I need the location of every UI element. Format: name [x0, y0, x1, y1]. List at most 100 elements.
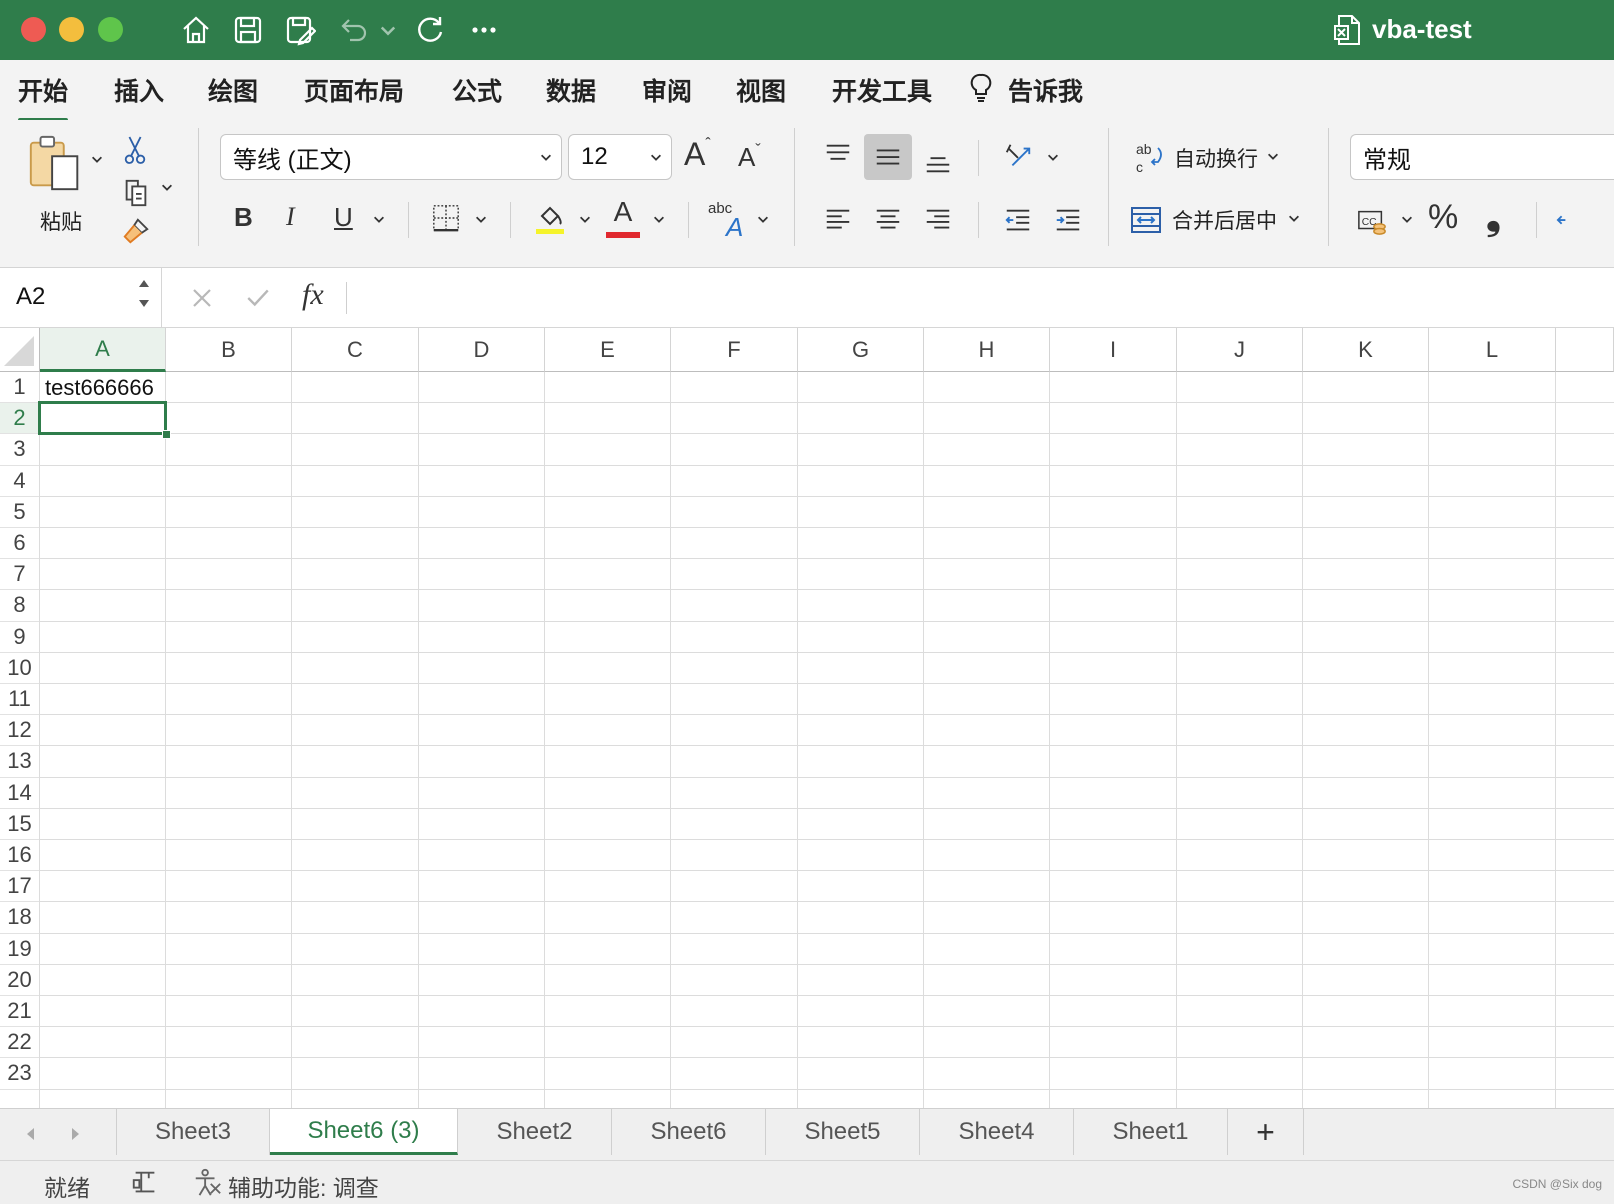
cell-a1[interactable]: test666666	[45, 375, 154, 401]
formula-input[interactable]	[360, 276, 1600, 320]
row-header-22[interactable]: 22	[0, 1027, 40, 1059]
minimize-window-button[interactable]	[59, 17, 84, 42]
column-header-h[interactable]: H	[924, 328, 1050, 372]
increase-indent-icon[interactable]	[1048, 200, 1088, 240]
tab-data[interactable]: 数据	[546, 72, 596, 108]
row-header-14[interactable]: 14	[0, 777, 40, 809]
italic-button[interactable]: I	[286, 202, 295, 232]
column-header-d[interactable]: D	[419, 328, 545, 372]
row-header-4[interactable]: 4	[0, 465, 40, 497]
sheet-tab-sheet3[interactable]: Sheet3	[116, 1109, 270, 1155]
cancel-entry-icon[interactable]	[186, 282, 218, 314]
tab-tell-me[interactable]: 告诉我	[1008, 72, 1083, 108]
row-header-11[interactable]: 11	[0, 684, 40, 716]
align-center-icon[interactable]	[868, 200, 908, 240]
undo-icon[interactable]	[336, 12, 372, 48]
insert-function-button[interactable]: fx	[302, 278, 324, 312]
save-as-icon[interactable]	[282, 12, 318, 48]
row-header-3[interactable]: 3	[0, 434, 40, 466]
column-header-j[interactable]: J	[1177, 328, 1303, 372]
column-header-i[interactable]: I	[1050, 328, 1177, 372]
row-header-19[interactable]: 19	[0, 933, 40, 965]
percent-style-button[interactable]: %	[1428, 198, 1458, 237]
underline-button[interactable]: U	[334, 202, 353, 233]
column-header-overflow[interactable]	[1556, 328, 1614, 372]
row-header-10[interactable]: 10	[0, 652, 40, 684]
shrink-font-button[interactable]: Aˇ	[738, 142, 761, 173]
row-header-15[interactable]: 15	[0, 808, 40, 840]
row-header-20[interactable]: 20	[0, 964, 40, 996]
row-header-9[interactable]: 9	[0, 621, 40, 653]
accessibility-status[interactable]: 辅助功能: 调查	[228, 1169, 379, 1203]
row-header-2[interactable]: 2	[0, 403, 40, 435]
font-color-dropdown-chevron-icon[interactable]	[652, 212, 666, 229]
prev-sheet-icon[interactable]	[18, 1121, 44, 1147]
align-left-icon[interactable]	[818, 200, 858, 240]
copy-icon[interactable]	[118, 174, 154, 210]
comma-style-button[interactable]: ❟	[1486, 196, 1501, 239]
row-header-7[interactable]: 7	[0, 559, 40, 591]
column-header-a[interactable]: A	[40, 328, 166, 372]
tab-formulas[interactable]: 公式	[452, 72, 502, 108]
macro-record-icon[interactable]	[130, 1167, 160, 1203]
copy-dropdown-chevron-icon[interactable]	[160, 180, 174, 197]
orientation-dropdown-chevron-icon[interactable]	[1046, 150, 1060, 167]
home-icon[interactable]	[178, 12, 214, 48]
tab-page-layout[interactable]: 页面布局	[304, 72, 404, 108]
tab-review[interactable]: 审阅	[642, 72, 692, 108]
decrease-indent-icon[interactable]	[998, 200, 1038, 240]
accounting-format-icon[interactable]: CC	[1352, 202, 1392, 240]
row-header-1[interactable]: 1	[0, 372, 40, 404]
sheet-tab-sheet5[interactable]: Sheet5	[766, 1109, 920, 1155]
fill-handle[interactable]	[162, 430, 171, 440]
phonetic-guide-button[interactable]: abc A	[708, 200, 752, 242]
more-icon[interactable]	[466, 12, 502, 48]
sheet-tab-sheet1[interactable]: Sheet1	[1074, 1109, 1228, 1155]
tab-view[interactable]: 视图	[736, 72, 786, 108]
row-header-5[interactable]: 5	[0, 496, 40, 528]
fill-color-dropdown-chevron-icon[interactable]	[578, 212, 592, 229]
row-header-17[interactable]: 17	[0, 871, 40, 903]
font-color-button[interactable]: A	[606, 196, 640, 238]
tab-insert[interactable]: 插入	[114, 72, 164, 108]
font-size-combo[interactable]: 12	[568, 134, 672, 180]
align-bottom-icon[interactable]	[918, 140, 958, 180]
row-header-8[interactable]: 8	[0, 590, 40, 622]
column-header-g[interactable]: G	[798, 328, 924, 372]
phonetic-dropdown-chevron-icon[interactable]	[756, 212, 770, 229]
align-middle-icon[interactable]	[864, 134, 912, 180]
column-header-c[interactable]: C	[292, 328, 419, 372]
row-header-13[interactable]: 13	[0, 746, 40, 778]
sheet-tab-sheet2[interactable]: Sheet2	[458, 1109, 612, 1155]
name-box-stepper-icon[interactable]	[136, 274, 152, 319]
grow-font-button[interactable]: Aˆ	[684, 136, 711, 173]
undo-dropdown-chevron-icon[interactable]	[378, 12, 398, 48]
sheet-tab-sheet6-3[interactable]: Sheet6 (3)	[270, 1109, 458, 1155]
wrap-text-button[interactable]: ab c 自动换行	[1134, 138, 1280, 178]
close-window-button[interactable]	[21, 17, 46, 42]
orientation-icon[interactable]	[998, 136, 1038, 176]
fill-color-icon[interactable]	[530, 198, 570, 238]
save-icon[interactable]	[230, 12, 266, 48]
selected-cell-outline[interactable]	[38, 401, 167, 436]
redo-icon[interactable]	[412, 12, 448, 48]
align-top-icon[interactable]	[818, 136, 858, 176]
select-all-corner[interactable]	[0, 328, 40, 372]
borders-icon[interactable]	[428, 200, 464, 236]
tab-home[interactable]: 开始	[18, 72, 69, 122]
next-sheet-icon[interactable]	[62, 1121, 88, 1147]
column-header-b[interactable]: B	[166, 328, 292, 372]
row-header-18[interactable]: 18	[0, 902, 40, 934]
column-header-f[interactable]: F	[671, 328, 798, 372]
bold-button[interactable]: B	[234, 202, 253, 233]
column-header-e[interactable]: E	[545, 328, 671, 372]
align-right-icon[interactable]	[918, 200, 958, 240]
column-header-l[interactable]: L	[1429, 328, 1556, 372]
number-format-combo[interactable]: 常规	[1350, 134, 1614, 180]
sheet-tab-sheet4[interactable]: Sheet4	[920, 1109, 1074, 1155]
row-header-6[interactable]: 6	[0, 528, 40, 560]
merge-center-button[interactable]: 合并后居中	[1130, 200, 1301, 240]
borders-dropdown-chevron-icon[interactable]	[474, 212, 488, 229]
row-header-12[interactable]: 12	[0, 715, 40, 747]
row-header-21[interactable]: 21	[0, 996, 40, 1028]
